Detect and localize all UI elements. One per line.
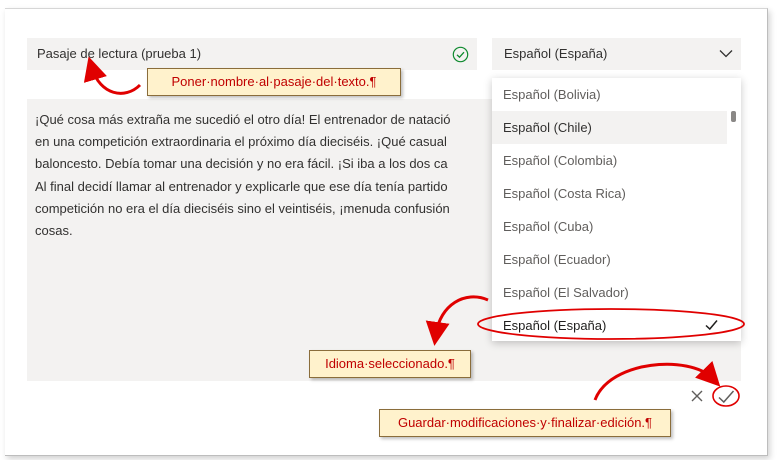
callout-language: Idioma·seleccionado.¶: [309, 350, 471, 378]
annotation-arrow-language: [425, 295, 489, 346]
annotation-ellipse-language: [477, 308, 745, 340]
callout-save: Guardar·modificaciones·y·finalizar·edici…: [379, 409, 671, 437]
annotation-ellipse-save: [712, 385, 740, 407]
callout-title: Poner·nombre·al·pasaje·del·texto.¶: [147, 68, 401, 96]
annotation-arrow-title: [83, 56, 142, 95]
annotation-arrow-save: [593, 361, 721, 401]
